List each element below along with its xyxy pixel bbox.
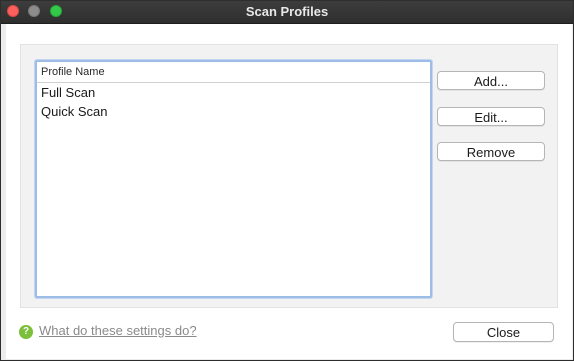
profiles-panel: Profile Name Full Scan Quick Scan Add...… <box>20 44 558 308</box>
profile-list[interactable]: Profile Name Full Scan Quick Scan <box>35 60 432 298</box>
list-item-full-scan[interactable]: Full Scan <box>37 83 430 102</box>
help-link[interactable]: What do these settings do? <box>39 323 197 338</box>
title-bar[interactable]: Scan Profiles <box>1 1 573 24</box>
remove-button[interactable]: Remove <box>437 142 545 161</box>
question-mark-icon: ? <box>19 325 33 339</box>
scan-profiles-window: Scan Profiles Profile Name Full Scan Qui… <box>0 0 574 361</box>
profile-name-column-header[interactable]: Profile Name <box>37 62 430 83</box>
list-item-quick-scan[interactable]: Quick Scan <box>37 102 430 121</box>
window-title: Scan Profiles <box>245 4 329 19</box>
dialog-content: Profile Name Full Scan Quick Scan Add...… <box>6 24 572 359</box>
edit-button[interactable]: Edit... <box>437 107 545 126</box>
close-button[interactable]: Close <box>453 322 554 342</box>
add-button[interactable]: Add... <box>437 71 545 90</box>
